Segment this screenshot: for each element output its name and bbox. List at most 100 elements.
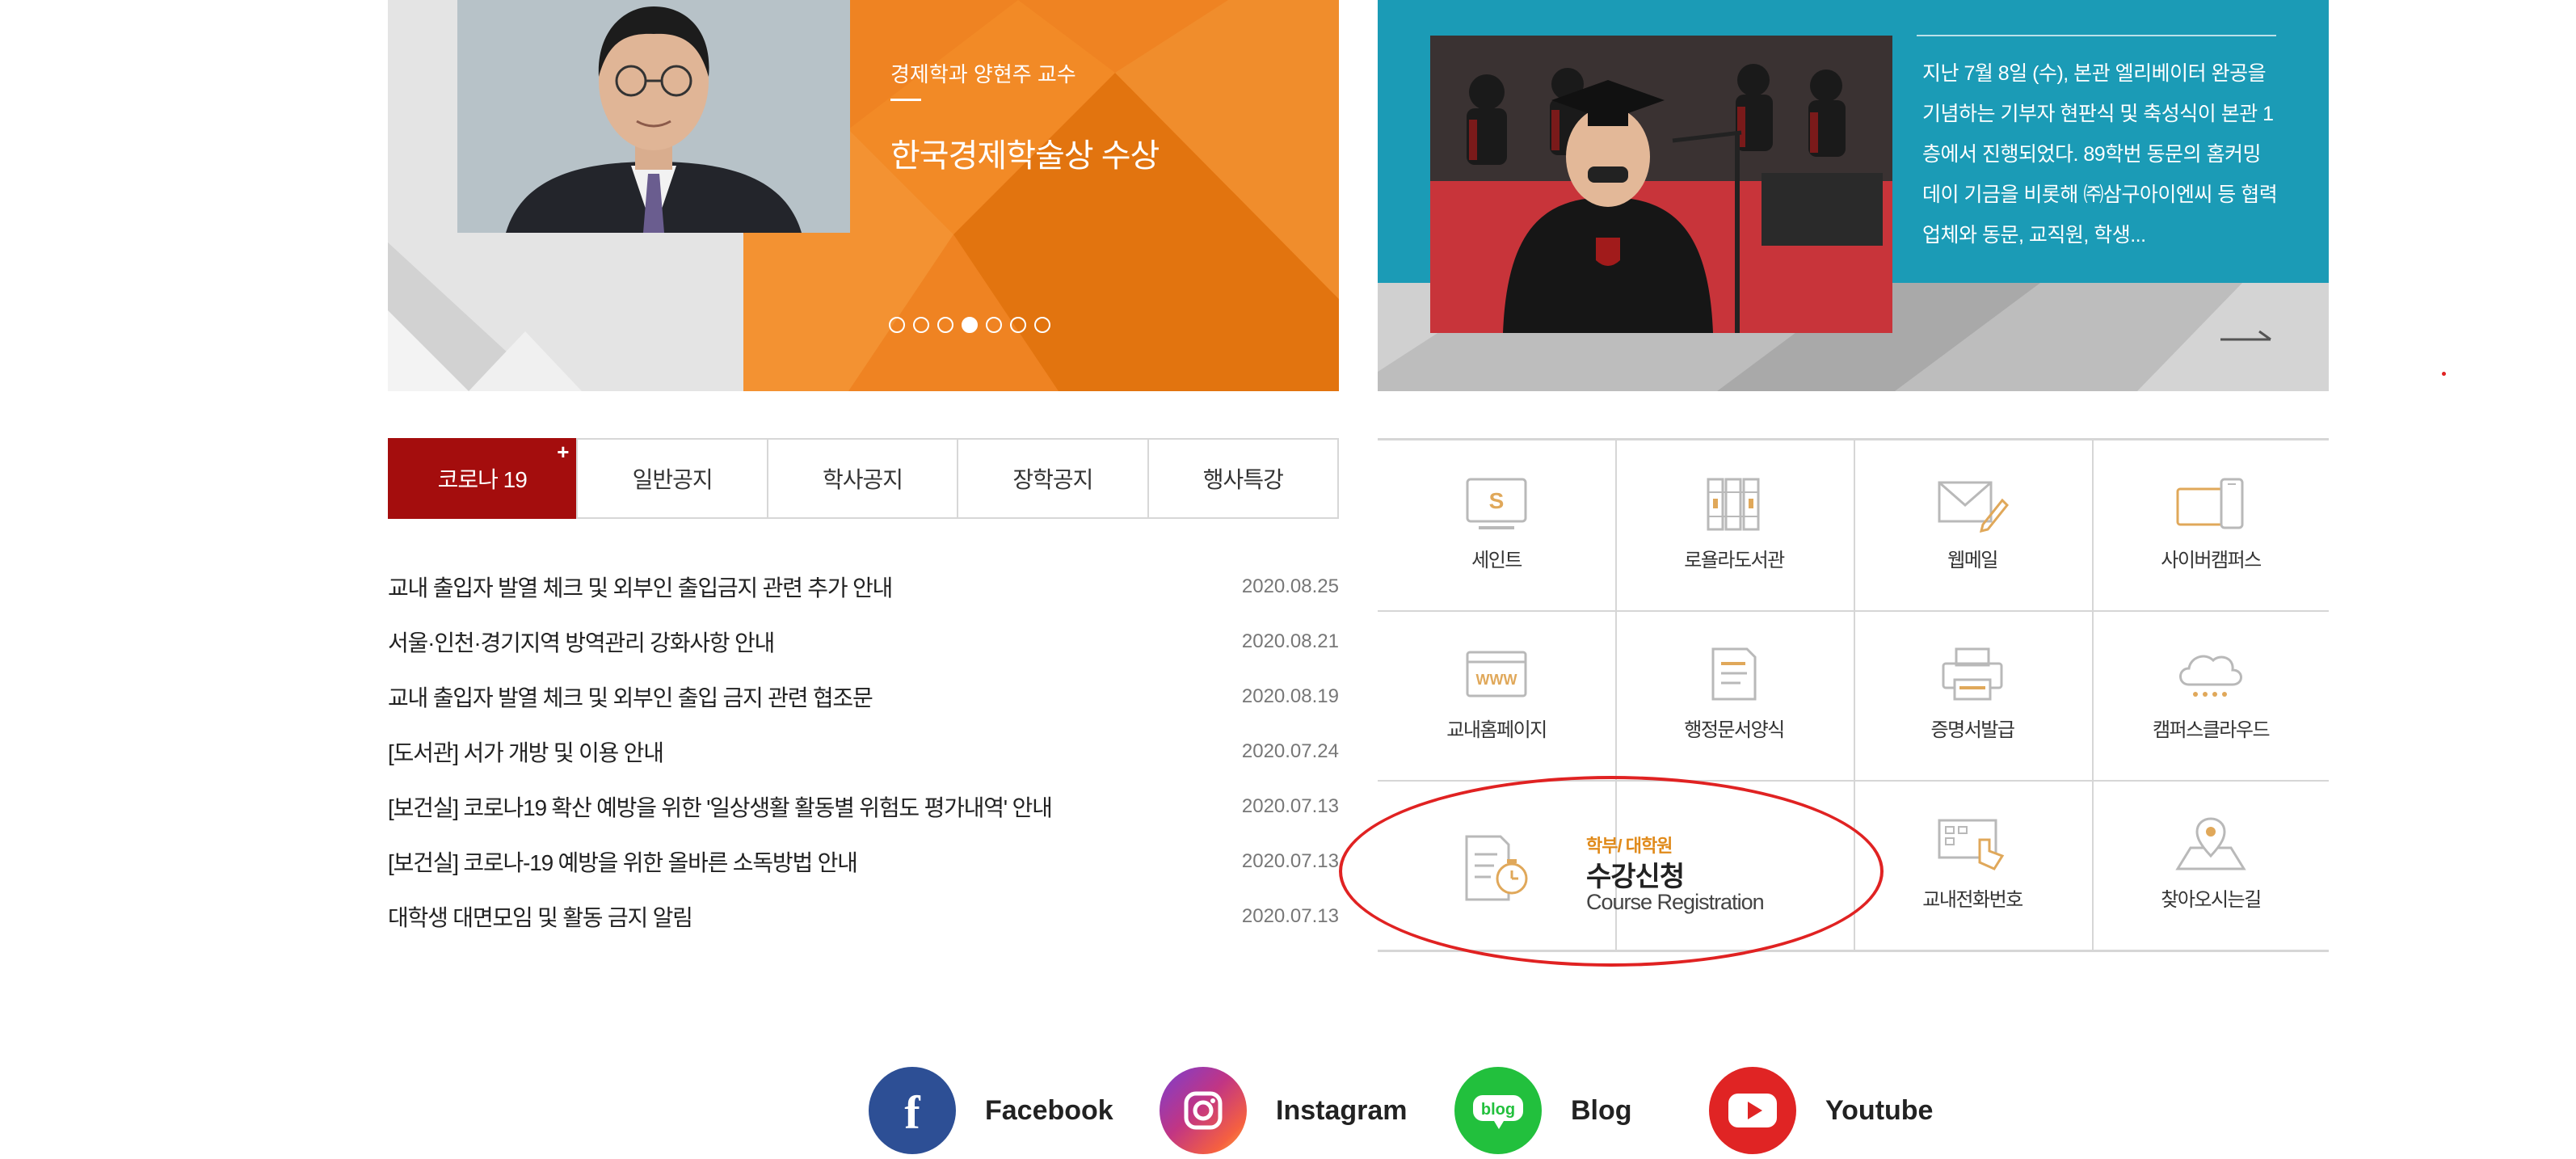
library-icon — [1707, 478, 1760, 531]
quick-menu-grid: S 세인트 로욜라도서관 웹메일 사이버캠퍼스 WWW 교내홈페이지 행정문서양… — [1378, 438, 2329, 952]
slide-dot[interactable] — [937, 317, 953, 333]
svg-text:f: f — [904, 1086, 920, 1135]
notice-title[interactable]: 대학생 대면모임 및 활동 금지 알림 — [388, 900, 693, 933]
notice-date: 2020.08.21 — [1241, 630, 1339, 652]
quick-certificate[interactable]: 증명서발급 — [1854, 610, 2091, 780]
devices-icon — [2176, 478, 2244, 529]
blog-icon: blog — [1454, 1067, 1542, 1154]
quick-directions[interactable]: 찾아오시는길 — [2092, 780, 2330, 950]
banner-title: 한국경제학술상 수상 — [890, 138, 1160, 174]
news-summary: 지난 7월 8일 (수), 본관 엘리베이터 완공을 기념하는 기부자 현판식 … — [1922, 62, 2278, 247]
banner-subtitle: 경제학과 양현주 교수 — [890, 62, 1076, 86]
notice-title[interactable]: 교내 출입자 발열 체크 및 외부인 출입금지 관련 추가 안내 — [388, 571, 893, 603]
quick-phone-directory[interactable]: 교내전화번호 — [1854, 780, 2091, 950]
tab-scholarship-notice[interactable]: 장학공지 — [957, 440, 1147, 517]
social-name: Blog — [1571, 1094, 1632, 1126]
notice-date: 2020.07.13 — [1241, 905, 1339, 927]
more-plus-icon[interactable]: + — [557, 440, 569, 465]
notice-date: 2020.07.13 — [1241, 850, 1339, 872]
phone-directory-icon — [1938, 819, 2005, 870]
notice-date: 2020.07.24 — [1241, 740, 1339, 762]
tab-general-notice[interactable]: 일반공지 — [576, 440, 766, 517]
mail-icon — [1938, 481, 2009, 533]
map-pin-icon — [2175, 817, 2246, 870]
notice-date: 2020.08.25 — [1241, 575, 1339, 597]
slide-dot-active[interactable] — [962, 317, 978, 333]
social-name: Instagram — [1276, 1094, 1408, 1126]
next-arrow-icon[interactable] — [2214, 315, 2279, 356]
slide-dot[interactable] — [913, 317, 929, 333]
slide-dot[interactable] — [1034, 317, 1050, 333]
notice-list: 교내 출입자 발열 체크 및 외부인 출입금지 관련 추가 안내 2020.08… — [388, 559, 1339, 944]
notice-title[interactable]: 교내 출입자 발열 체크 및 외부인 출입 금지 관련 협조문 — [388, 681, 873, 713]
quick-label: 웹메일 — [1947, 550, 1998, 571]
svg-text:S: S — [1489, 488, 1505, 513]
quick-label: 세인트 — [1471, 550, 1522, 571]
quick-label: 사이버캠퍼스 — [2161, 550, 2262, 571]
facebook-icon: f — [869, 1067, 956, 1154]
caption-divider — [890, 99, 921, 101]
tab-covid19[interactable]: 코로나 19 + — [388, 438, 577, 519]
course-registration-icon — [1465, 835, 1528, 901]
quick-label: 행정문서양식 — [1684, 719, 1785, 741]
svg-text:WWW: WWW — [1476, 672, 1517, 688]
quick-homepage[interactable]: WWW 교내홈페이지 — [1378, 610, 1615, 780]
professor-photo — [457, 0, 850, 233]
tab-academic-notice[interactable]: 학사공지 — [766, 440, 957, 517]
notice-title[interactable]: [보건실] 코로나-19 예방을 위한 올바른 소독방법 안내 — [388, 845, 858, 878]
quick-label: 로욜라도서관 — [1684, 550, 1785, 571]
notice-title[interactable]: [도서관] 서가 개방 및 이용 안내 — [388, 735, 664, 768]
notice-item[interactable]: 서울·인천·경기지역 방역관리 강화사항 안내 2020.08.21 — [388, 614, 1339, 669]
social-name: Youtube — [1825, 1094, 1934, 1126]
quick-cyber-campus[interactable]: 사이버캠퍼스 — [2092, 440, 2330, 610]
cloud-icon — [2179, 655, 2242, 697]
quick-label: 찾아오시는길 — [2161, 889, 2262, 911]
slide-dot[interactable] — [1010, 317, 1026, 333]
campus-news-banner[interactable]: 지난 7월 8일 (수), 본관 엘리베이터 완공을 기념하는 기부자 현판식 … — [1378, 0, 2329, 391]
facebook-link[interactable]: f Facebook — [869, 1067, 1113, 1154]
news-divider — [1917, 35, 2276, 36]
quick-saint[interactable]: S 세인트 — [1378, 440, 1615, 610]
slide-indicator — [889, 317, 1050, 333]
notice-title[interactable]: 서울·인천·경기지역 방역관리 강화사항 안내 — [388, 626, 775, 658]
notice-item[interactable]: [보건실] 코로나-19 예방을 위한 올바른 소독방법 안내 2020.07.… — [388, 834, 1339, 889]
notice-item[interactable]: [도서관] 서가 개방 및 이용 안내 2020.07.24 — [388, 724, 1339, 779]
quick-admin-forms[interactable]: 행정문서양식 — [1615, 610, 1853, 780]
notice-item[interactable]: 대학생 대면모임 및 활동 금지 알림 2020.07.13 — [388, 889, 1339, 944]
slide-dot[interactable] — [986, 317, 1002, 333]
course-registration-button[interactable]: 학부/ 대학원 수강신청 Course Registration — [1378, 783, 1854, 953]
notice-date: 2020.07.13 — [1241, 795, 1339, 817]
document-icon — [1711, 647, 1757, 701]
printer-icon — [1942, 647, 2003, 701]
quick-label: 교내전화번호 — [1922, 889, 2023, 911]
instagram-link[interactable]: Instagram — [1160, 1067, 1408, 1154]
quick-label: 증명서발급 — [1930, 719, 2015, 741]
notice-item[interactable]: 교내 출입자 발열 체크 및 외부인 출입금지 관련 추가 안내 2020.08… — [388, 559, 1339, 614]
notice-date: 2020.08.19 — [1241, 685, 1339, 707]
notice-title[interactable]: [보건실] 코로나19 확산 예방을 위한 '일상생활 활동별 위험도 평가내역… — [388, 790, 1053, 823]
quick-webmail[interactable]: 웹메일 — [1854, 440, 2091, 610]
quick-label: 교내홈페이지 — [1446, 719, 1547, 741]
quick-label: 캠퍼스클라우드 — [2152, 719, 2271, 741]
slide-dot[interactable] — [889, 317, 905, 333]
blog-link[interactable]: blog Blog — [1454, 1067, 1632, 1154]
ceremony-photo — [1430, 36, 1892, 333]
professor-award-banner[interactable]: 경제학과 양현주 교수 한국경제학술상 수상 — [388, 0, 1339, 391]
tab-label: 코로나 19 — [437, 467, 528, 492]
youtube-link[interactable]: Youtube — [1709, 1067, 1933, 1154]
instagram-icon — [1160, 1067, 1247, 1154]
notice-tabs: 코로나 19 + 일반공지 학사공지 장학공지 행사특강 — [388, 438, 1339, 519]
youtube-icon — [1709, 1067, 1796, 1154]
www-icon: WWW — [1466, 651, 1527, 698]
saint-icon: S — [1466, 478, 1527, 529]
notice-item[interactable]: 교내 출입자 발열 체크 및 외부인 출입 금지 관련 협조문 2020.08.… — [388, 669, 1339, 724]
quick-library[interactable]: 로욜라도서관 — [1615, 440, 1853, 610]
social-name: Facebook — [985, 1094, 1113, 1126]
svg-text:blog: blog — [1481, 1101, 1515, 1119]
tab-event-lecture[interactable]: 행사특강 — [1147, 440, 1337, 517]
annotation-dot — [2442, 372, 2446, 376]
notice-item[interactable]: [보건실] 코로나19 확산 예방을 위한 '일상생활 활동별 위험도 평가내역… — [388, 779, 1339, 834]
course-registration-english: Course Registration — [1586, 890, 1765, 914]
quick-campus-cloud[interactable]: 캠퍼스클라우드 — [2092, 610, 2330, 780]
course-registration-title: 수강신청 — [1586, 862, 1685, 892]
